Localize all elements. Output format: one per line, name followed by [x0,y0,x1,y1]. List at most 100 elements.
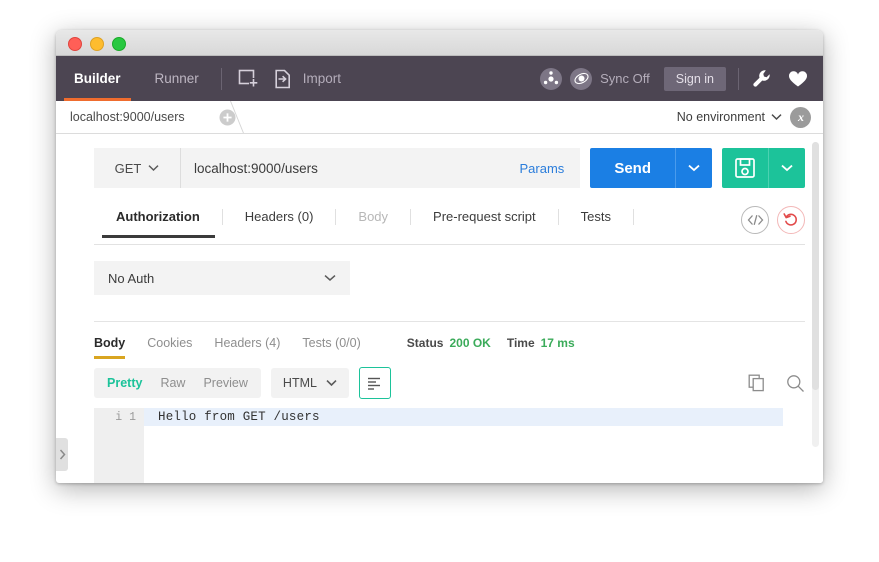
chevron-down-icon [326,379,337,387]
save-group [722,148,805,188]
tab-pre-request-script-label: Pre-request script [411,209,559,225]
response-toolbar-right [748,374,805,393]
code-brackets-icon[interactable] [741,206,769,234]
import-icon[interactable] [270,69,296,89]
window-titlebar [56,30,823,56]
status-badge: 200 OK [449,336,491,350]
request-tab-label: localhost:9000/users [70,110,185,124]
gutter-row: i 1 [94,408,144,426]
wrap-lines-icon[interactable] [358,367,391,399]
time-key: Time [506,336,535,350]
url-value: localhost:9000/users [194,160,318,176]
tab-tests[interactable]: Tests [559,204,634,238]
tab-headers[interactable]: Headers (0) [223,204,337,238]
vertical-scrollbar[interactable] [812,142,819,447]
nav-runner-label: Runner [154,71,199,86]
method-select[interactable]: GET [94,148,180,188]
header-divider-2 [738,67,739,90]
save-disk-icon [735,158,755,178]
chevron-down-icon [324,274,336,282]
auth-type-select[interactable]: No Auth [94,261,350,295]
response-tab-headers-label: Headers (4) [214,336,281,350]
sync-icon[interactable] [570,67,593,90]
line-marker: i [115,410,123,424]
send-group: Send [590,148,712,188]
view-mode-pretty[interactable]: Pretty [98,376,151,390]
request-tab-active[interactable]: localhost:9000/users [56,101,219,133]
url-input[interactable]: localhost:9000/users [180,148,504,188]
heart-icon[interactable] [787,68,809,90]
header-left: Builder Runner Import [56,56,341,101]
new-request-icon[interactable] [228,69,270,89]
response-tab-tests[interactable]: Tests (0/0) [302,336,360,359]
close-button-icon[interactable] [68,37,82,51]
tab-authorization-label: Authorization [94,209,223,225]
tab-authorization[interactable]: Authorization [94,204,223,238]
params-button[interactable]: Params [503,148,581,188]
sign-in-button[interactable]: Sign in [663,66,726,91]
save-options-caret[interactable] [768,148,805,188]
method-label: GET [114,160,142,176]
chevron-down-icon [148,164,159,172]
url-row: GET localhost:9000/users Params Send [94,148,805,188]
postman-window: Builder Runner Import Sync Off Sign in l… [56,30,823,483]
code-line-text: Hello from GET /users [158,410,320,424]
request-pane: GET localhost:9000/users Params Send [56,134,823,188]
response-tab-body[interactable]: Body [94,336,126,359]
app-root: Builder Runner Import Sync Off Sign in l… [0,0,879,562]
tab-pre-request-script[interactable]: Pre-request script [411,204,559,238]
wrench-icon[interactable] [751,68,773,90]
response-tab-cookies-label: Cookies [147,336,193,350]
chevron-down-icon[interactable] [771,113,782,121]
nav-runner[interactable]: Runner [139,56,215,101]
share-network-icon[interactable] [540,67,563,90]
header-right: Sync Off Sign in [540,56,813,101]
sync-status-label: Sync Off [600,71,650,86]
minimize-button-icon[interactable] [90,37,104,51]
response-body-editor[interactable]: i 1 Hello from GET /users [94,408,823,483]
chevron-right-icon [59,449,66,460]
send-label: Send [614,159,651,177]
app-header: Builder Runner Import Sync Off Sign in [56,56,823,101]
search-icon[interactable] [786,374,805,393]
format-select[interactable]: HTML [270,368,349,398]
reset-undo-icon[interactable] [777,206,805,234]
nav-builder[interactable]: Builder [56,56,139,101]
traffic-lights [68,37,126,51]
response-tabs: Body Cookies Headers (4) Tests (0/0) Sta… [94,336,805,359]
tab-body[interactable]: Body [336,204,412,238]
scrollbar-thumb[interactable] [812,142,819,390]
params-label: Params [519,160,565,176]
view-mode-preview[interactable]: Preview [194,376,256,390]
environment-quicklook-icon[interactable]: x [790,106,811,128]
view-mode-raw[interactable]: Raw [151,376,194,390]
request-subtabs: Authorization Headers (0) Body Pre-reque… [94,204,805,245]
environment-label[interactable]: No environment [677,110,765,124]
plus-circle-icon[interactable] [219,109,236,126]
auth-type-label: No Auth [108,270,155,286]
code-line: Hello from GET /users [144,408,783,426]
line-number: 1 [129,410,136,424]
section-divider [94,321,805,322]
response-toolbar: Pretty Raw Preview HTML [94,367,805,399]
environment-selector: No environment x [677,101,811,133]
response-tab-headers[interactable]: Headers (4) [214,336,280,359]
time-value: 17 ms [540,336,575,350]
import-label[interactable]: Import [303,71,341,86]
save-button[interactable] [722,148,768,188]
response-tab-tests-label: Tests (0/0) [302,336,361,350]
send-button[interactable]: Send [590,148,675,188]
copy-icon[interactable] [748,374,766,392]
svg-text:x: x [797,110,804,124]
send-options-caret[interactable] [675,148,712,188]
auth-row: No Auth [94,261,805,322]
response-tab-body-label: Body [94,336,126,350]
zoom-button-icon[interactable] [112,37,126,51]
response-tab-cookies[interactable]: Cookies [147,336,192,359]
response-meta: Status 200 OK Time 17 ms [407,336,591,359]
tab-headers-label: Headers (0) [223,209,337,225]
view-mode-group: Pretty Raw Preview [94,368,261,398]
header-divider [220,67,222,90]
tab-tests-label: Tests [559,209,634,225]
sidebar-expand-handle[interactable] [56,438,68,471]
